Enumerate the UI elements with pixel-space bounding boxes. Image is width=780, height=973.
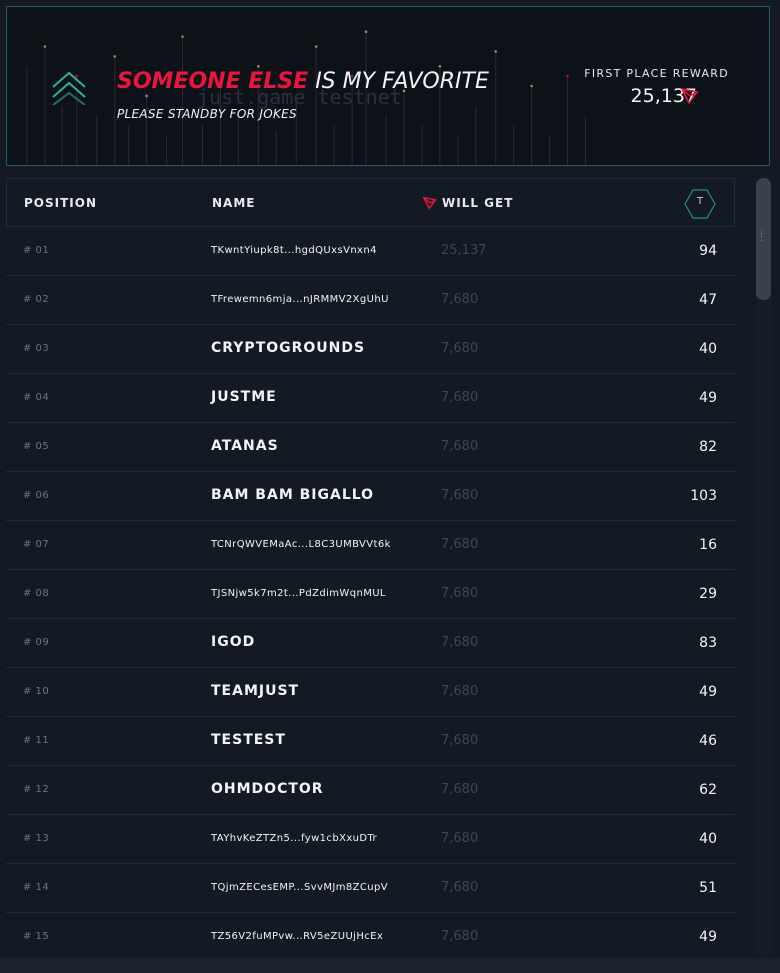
row-score: 51 <box>699 880 717 896</box>
table-body: # 01 TKwntYiupk8t...hgdQUxsVnxn4 25,137 94 #… <box>6 227 735 962</box>
row-will-get: 7,680 <box>441 929 479 944</box>
row-name[interactable]: CRYPTOGROUNDS <box>211 340 365 356</box>
row-score: 29 <box>699 586 717 602</box>
row-name[interactable]: TZ56V2fuMPvw...RV5eZUUjHcEx <box>211 931 383 942</box>
table-row[interactable]: # 09 IGOD 7,680 83 <box>6 619 735 668</box>
row-will-get: 7,680 <box>441 390 479 405</box>
row-position: # 05 <box>23 441 50 452</box>
reward-label: FIRST PLACE REWARD <box>584 67 729 80</box>
row-score: 49 <box>699 390 717 406</box>
row-position: # 07 <box>23 539 50 550</box>
double-chevron-up-icon <box>52 71 86 105</box>
table-row[interactable]: # 06 BAM BAM BIGALLO 7,680 103 <box>6 472 735 521</box>
row-will-get: 7,680 <box>441 684 479 699</box>
row-position: # 02 <box>23 294 50 305</box>
table-row[interactable]: # 07 TCNrQWVEMaAc...L8C3UMBVVt6k 7,680 16 <box>6 521 735 570</box>
row-will-get: 7,680 <box>441 586 479 601</box>
table-row[interactable]: # 05 ATANAS 7,680 82 <box>6 423 735 472</box>
row-score: 94 <box>699 243 717 259</box>
row-score: 47 <box>699 292 717 308</box>
row-score: 40 <box>699 831 717 847</box>
row-position: # 01 <box>23 245 50 256</box>
table-row[interactable]: # 13 TAYhvKeZTZn5...fyw1cbXxuDTr 7,680 40 <box>6 815 735 864</box>
row-will-get: 7,680 <box>441 733 479 748</box>
row-will-get: 7,680 <box>441 831 479 846</box>
table-row[interactable]: # 04 JUSTME 7,680 49 <box>6 374 735 423</box>
row-score: 49 <box>699 684 717 700</box>
header-name: NAME <box>212 196 256 210</box>
row-will-get: 7,680 <box>441 341 479 356</box>
table-row[interactable]: # 12 OHMDOCTOR 7,680 62 <box>6 766 735 815</box>
row-position: # 15 <box>23 931 50 942</box>
row-name[interactable]: TJSNjw5k7m2t...PdZdimWqnMUL <box>211 588 386 599</box>
table-row[interactable]: # 01 TKwntYiupk8t...hgdQUxsVnxn4 25,137 94 <box>6 227 735 276</box>
row-will-get: 7,680 <box>441 782 479 797</box>
row-score: 49 <box>699 929 717 945</box>
leaderboard-banner: just.game testnet SOMEONE ELSE IS MY FAV… <box>6 6 770 166</box>
banner-title: SOMEONE ELSE IS MY FAVORITE <box>117 69 489 94</box>
row-position: # 14 <box>23 882 50 893</box>
token-toggle-button[interactable]: T <box>684 189 716 219</box>
tron-icon <box>423 196 437 210</box>
banner-title-accent: SOMEONE ELSE <box>117 69 309 94</box>
row-position: # 12 <box>23 784 50 795</box>
row-name[interactable]: TEAMJUST <box>211 683 299 699</box>
token-button-label: T <box>696 196 704 207</box>
table-row[interactable]: # 11 TESTEST 7,680 46 <box>6 717 735 766</box>
row-will-get: 7,680 <box>441 880 479 895</box>
row-score: 82 <box>699 439 717 455</box>
row-position: # 03 <box>23 343 50 354</box>
table-row[interactable]: # 03 CRYPTOGROUNDS 7,680 40 <box>6 325 735 374</box>
row-name[interactable]: TESTEST <box>211 732 286 748</box>
table-row[interactable]: # 15 TZ56V2fuMPvw...RV5eZUUjHcEx 7,680 49 <box>6 913 735 962</box>
row-will-get: 7,680 <box>441 292 479 307</box>
row-score: 16 <box>699 537 717 553</box>
row-will-get: 7,680 <box>441 537 479 552</box>
row-name[interactable]: TCNrQWVEMaAc...L8C3UMBVVt6k <box>211 539 391 550</box>
leaderboard-table: POSITION NAME WILL GET T # 01 TKwntYiupk8… <box>6 178 735 962</box>
header-position: POSITION <box>24 196 97 210</box>
row-position: # 11 <box>23 735 50 746</box>
row-name[interactable]: TAYhvKeZTZn5...fyw1cbXxuDTr <box>211 833 377 844</box>
row-score: 62 <box>699 782 717 798</box>
row-name[interactable]: BAM BAM BIGALLO <box>211 487 374 503</box>
row-name[interactable]: JUSTME <box>211 389 277 405</box>
row-position: # 13 <box>23 833 50 844</box>
banner-subtitle: PLEASE STANDBY FOR JOKES <box>117 107 297 121</box>
row-position: # 04 <box>23 392 50 403</box>
header-will-get: WILL GET <box>442 196 514 210</box>
row-score: 83 <box>699 635 717 651</box>
row-name[interactable]: TKwntYiupk8t...hgdQUxsVnxn4 <box>211 245 377 256</box>
row-score: 40 <box>699 341 717 357</box>
tron-icon <box>681 87 699 105</box>
table-header: POSITION NAME WILL GET T <box>6 178 735 227</box>
row-name[interactable]: ATANAS <box>211 438 279 454</box>
table-row[interactable]: # 14 TQjmZECesEMP...SvvMJm8ZCupV 7,680 51 <box>6 864 735 913</box>
row-will-get: 7,680 <box>441 488 479 503</box>
table-row[interactable]: # 08 TJSNjw5k7m2t...PdZdimWqnMUL 7,680 29 <box>6 570 735 619</box>
row-will-get: 25,137 <box>441 243 487 258</box>
row-name[interactable]: OHMDOCTOR <box>211 781 324 797</box>
row-will-get: 7,680 <box>441 439 479 454</box>
row-position: # 10 <box>23 686 50 697</box>
row-will-get: 7,680 <box>441 635 479 650</box>
scrollbar-track[interactable] <box>756 178 771 958</box>
horizontal-scrollbar[interactable] <box>0 958 780 973</box>
row-name[interactable]: TFrewemn6mja...nJRMMV2XgUhU <box>211 294 389 305</box>
row-name[interactable]: IGOD <box>211 634 255 650</box>
row-position: # 09 <box>23 637 50 648</box>
row-score: 103 <box>690 488 717 504</box>
banner-title-rest: IS MY FAVORITE <box>308 69 489 94</box>
row-position: # 08 <box>23 588 50 599</box>
row-name[interactable]: TQjmZECesEMP...SvvMJm8ZCupV <box>211 882 388 893</box>
table-row[interactable]: # 02 TFrewemn6mja...nJRMMV2XgUhU 7,680 47 <box>6 276 735 325</box>
table-row[interactable]: # 10 TEAMJUST 7,680 49 <box>6 668 735 717</box>
resize-grip-icon[interactable]: ⋮ ⋮ <box>757 230 766 243</box>
row-score: 46 <box>699 733 717 749</box>
row-position: # 06 <box>23 490 50 501</box>
